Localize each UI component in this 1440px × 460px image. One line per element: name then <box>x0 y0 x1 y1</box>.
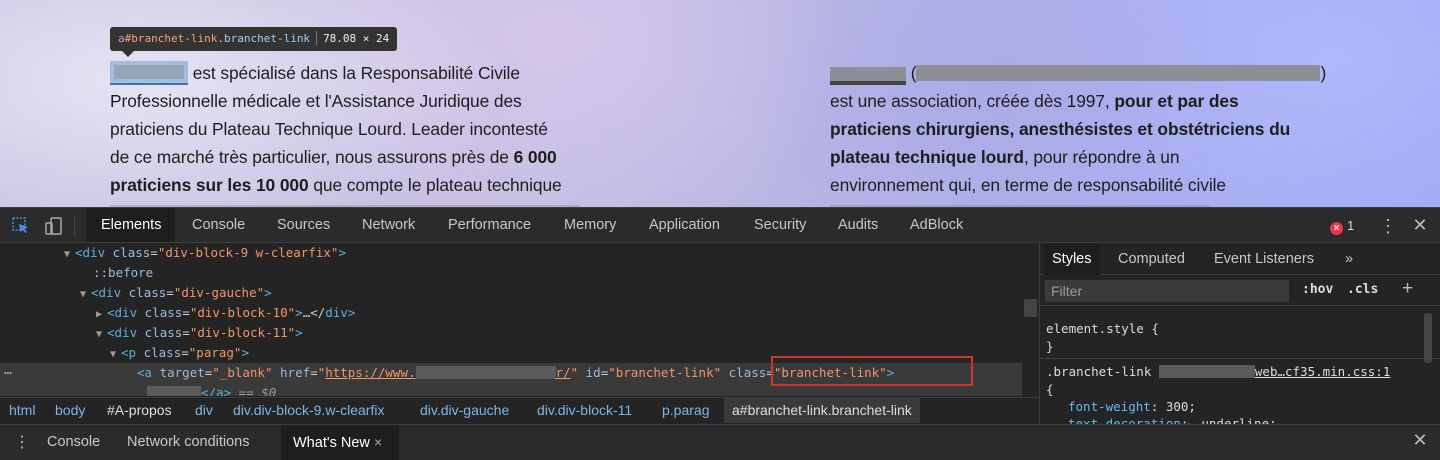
error-count: 1 <box>1347 218 1355 233</box>
right-line-3-bold: praticiens chirurgiens, anesthésistes et… <box>830 119 1291 139</box>
tab-styles[interactable]: Styles <box>1044 243 1100 275</box>
dom-node-before[interactable]: ::before <box>0 263 1022 283</box>
styles-pane: Styles Computed Event Listeners » :hov .… <box>1039 243 1440 424</box>
tab-adblock[interactable]: AdBlock <box>896 208 977 242</box>
tooltip-tag: a <box>118 32 125 45</box>
left-line-4-bold: 6 000 <box>513 147 557 167</box>
left-line-5-bold: praticiens sur les 10 000 <box>110 175 309 195</box>
more-options-icon[interactable]: … <box>4 363 12 378</box>
crumb-p-parag[interactable]: p.parag <box>662 398 709 423</box>
left-line-6-cutoff <box>110 199 610 207</box>
redacted-text <box>916 65 1321 81</box>
drawer-tab-whats-new-label: What's New <box>293 435 370 451</box>
crumb-div-gauche[interactable]: div.div-gauche <box>420 398 509 423</box>
error-count-badge[interactable]: × 1 <box>1330 218 1355 235</box>
drawer-tab-whats-new[interactable]: What's New × <box>281 425 399 460</box>
crumb-div[interactable]: div <box>195 398 213 423</box>
tooltip-id: #branchet-link <box>124 32 218 45</box>
page-viewport: a#branchet-link.branchet-link 78.08 × 24 … <box>0 0 1440 207</box>
right-paragraph: () est une association, créée dès 1997, … <box>830 59 1330 207</box>
highlight-annotation-box <box>771 356 973 386</box>
right-line-5: environnement qui, en terme de responsab… <box>830 175 1226 195</box>
drawer-tab-console[interactable]: Console <box>35 425 112 460</box>
close-devtools-icon[interactable]: ✕ <box>1410 214 1430 236</box>
dom-node-div-block-10[interactable]: ▶ <div class="div-block-10">…</div> <box>0 303 1022 323</box>
right-line-4: , pour répondre à un <box>1023 147 1180 167</box>
left-line-4: de ce marché très particulier, nous assu… <box>110 147 514 167</box>
crumb-div-block-9[interactable]: div.div-block-9.w-clearfix <box>233 398 384 423</box>
close-drawer-icon[interactable]: ✕ <box>1410 430 1430 451</box>
elements-scrollbar[interactable] <box>1024 299 1037 317</box>
devtools-menu-icon[interactable]: ⋮ <box>1379 216 1397 236</box>
left-paragraph: est spécialisé dans la Responsabilité Ci… <box>110 59 610 207</box>
tab-elements[interactable]: Elements <box>87 208 176 242</box>
right-line-6-cutoff <box>830 199 1330 207</box>
crumb-div-block-11[interactable]: div.div-block-11 <box>537 398 632 423</box>
tab-performance[interactable]: Performance <box>434 208 545 242</box>
right-line-4-bold: plateau technique lourd <box>830 147 1024 167</box>
devtools-tabbar: Elements Console Sources Network Perform… <box>0 207 1440 243</box>
more-tabs-icon[interactable]: » <box>1337 243 1361 275</box>
left-line-5: que compte le plateau technique <box>308 175 562 195</box>
right-line-2: est une association, créée dès 1997, <box>830 91 1115 111</box>
left-line-3: praticiens du Plateau Technique Lourd. L… <box>110 119 548 139</box>
devtools-panel: Elements Console Sources Network Perform… <box>0 207 1440 460</box>
left-line-1: est spécialisé dans la Responsabilité Ci… <box>188 63 520 83</box>
styles-filter-row: :hov .cls + <box>1040 276 1440 306</box>
crumb-a-propos[interactable]: #A-propos <box>107 398 172 423</box>
tab-event-listeners[interactable]: Event Listeners <box>1206 243 1322 275</box>
tab-computed[interactable]: Computed <box>1110 243 1193 275</box>
styles-tabbar: Styles Computed Event Listeners » <box>1040 243 1440 275</box>
element-inspect-tooltip: a#branchet-link.branchet-link 78.08 × 24 <box>110 27 398 57</box>
element-style-rule[interactable]: element.style { <box>1046 320 1159 338</box>
drawer-menu-icon[interactable]: ⋮ <box>14 432 30 452</box>
dom-node-div-gauche[interactable]: ▼ <div class="div-gauche"> <box>0 283 1022 303</box>
dom-node-div-block-9[interactable]: ▼ <div class="div-block-9 w-clearfix"> <box>0 243 1022 263</box>
rule-open-brace: { <box>1046 382 1054 397</box>
cls-toggle[interactable]: .cls <box>1347 282 1378 297</box>
branchet-link-rule-header[interactable]: .branchet-link web…cf35.min.css:1 <box>1046 363 1436 381</box>
tab-audits[interactable]: Audits <box>824 208 892 242</box>
devtools-drawer: ⋮ Console Network conditions What's New … <box>0 424 1440 460</box>
tab-application[interactable]: Application <box>635 208 734 242</box>
styles-filter-input[interactable] <box>1045 280 1289 302</box>
elements-tree: ▼ <div class="div-block-9 w-clearfix"> ::… <box>0 243 1022 396</box>
add-rule-icon[interactable]: + <box>1402 278 1413 300</box>
close-tab-icon[interactable]: × <box>374 434 382 450</box>
dom-node-div-block-11[interactable]: ▼ <div class="div-block-11"> <box>0 323 1022 343</box>
breadcrumb: html body #A-propos div div.div-block-9.… <box>0 397 1039 423</box>
crumb-html[interactable]: html <box>9 398 35 423</box>
inspect-element-icon[interactable] <box>11 216 31 236</box>
element-style-close: } <box>1046 339 1054 354</box>
tooltip-class: .branchet-link <box>217 32 311 45</box>
left-line-2: Professionnelle médicale et l'Assistance… <box>110 91 522 111</box>
right-line-2-bold: pour et par des <box>1114 91 1239 111</box>
tab-memory[interactable]: Memory <box>550 208 630 242</box>
tab-console[interactable]: Console <box>178 208 259 242</box>
hov-toggle[interactable]: :hov <box>1302 282 1333 297</box>
tab-sources[interactable]: Sources <box>263 208 344 242</box>
right-line-1-open: ( <box>906 63 917 83</box>
tooltip-size: 78.08 × 24 <box>323 32 390 45</box>
text-decoration-declaration[interactable]: text-decoration:▶ underline; <box>1068 415 1277 424</box>
tab-security[interactable]: Security <box>740 208 820 242</box>
tab-network[interactable]: Network <box>348 208 429 242</box>
device-toolbar-icon[interactable] <box>44 216 64 236</box>
drawer-tab-network-conditions[interactable]: Network conditions <box>115 425 262 460</box>
error-icon: × <box>1330 222 1343 235</box>
crumb-body[interactable]: body <box>55 398 85 423</box>
branchet-link[interactable] <box>110 61 188 85</box>
font-weight-declaration[interactable]: font-weight: 300; <box>1068 398 1196 416</box>
crumb-a-branchet-link[interactable]: a#branchet-link.branchet-link <box>724 398 920 423</box>
redacted-link[interactable] <box>830 67 906 85</box>
href-link[interactable]: https://www. r/ <box>325 365 570 380</box>
right-line-1-close: ) <box>1320 63 1327 83</box>
stylesheet-source-link[interactable]: web…cf35.min.css:1 <box>1255 364 1390 379</box>
styles-scrollbar[interactable] <box>1424 313 1432 363</box>
